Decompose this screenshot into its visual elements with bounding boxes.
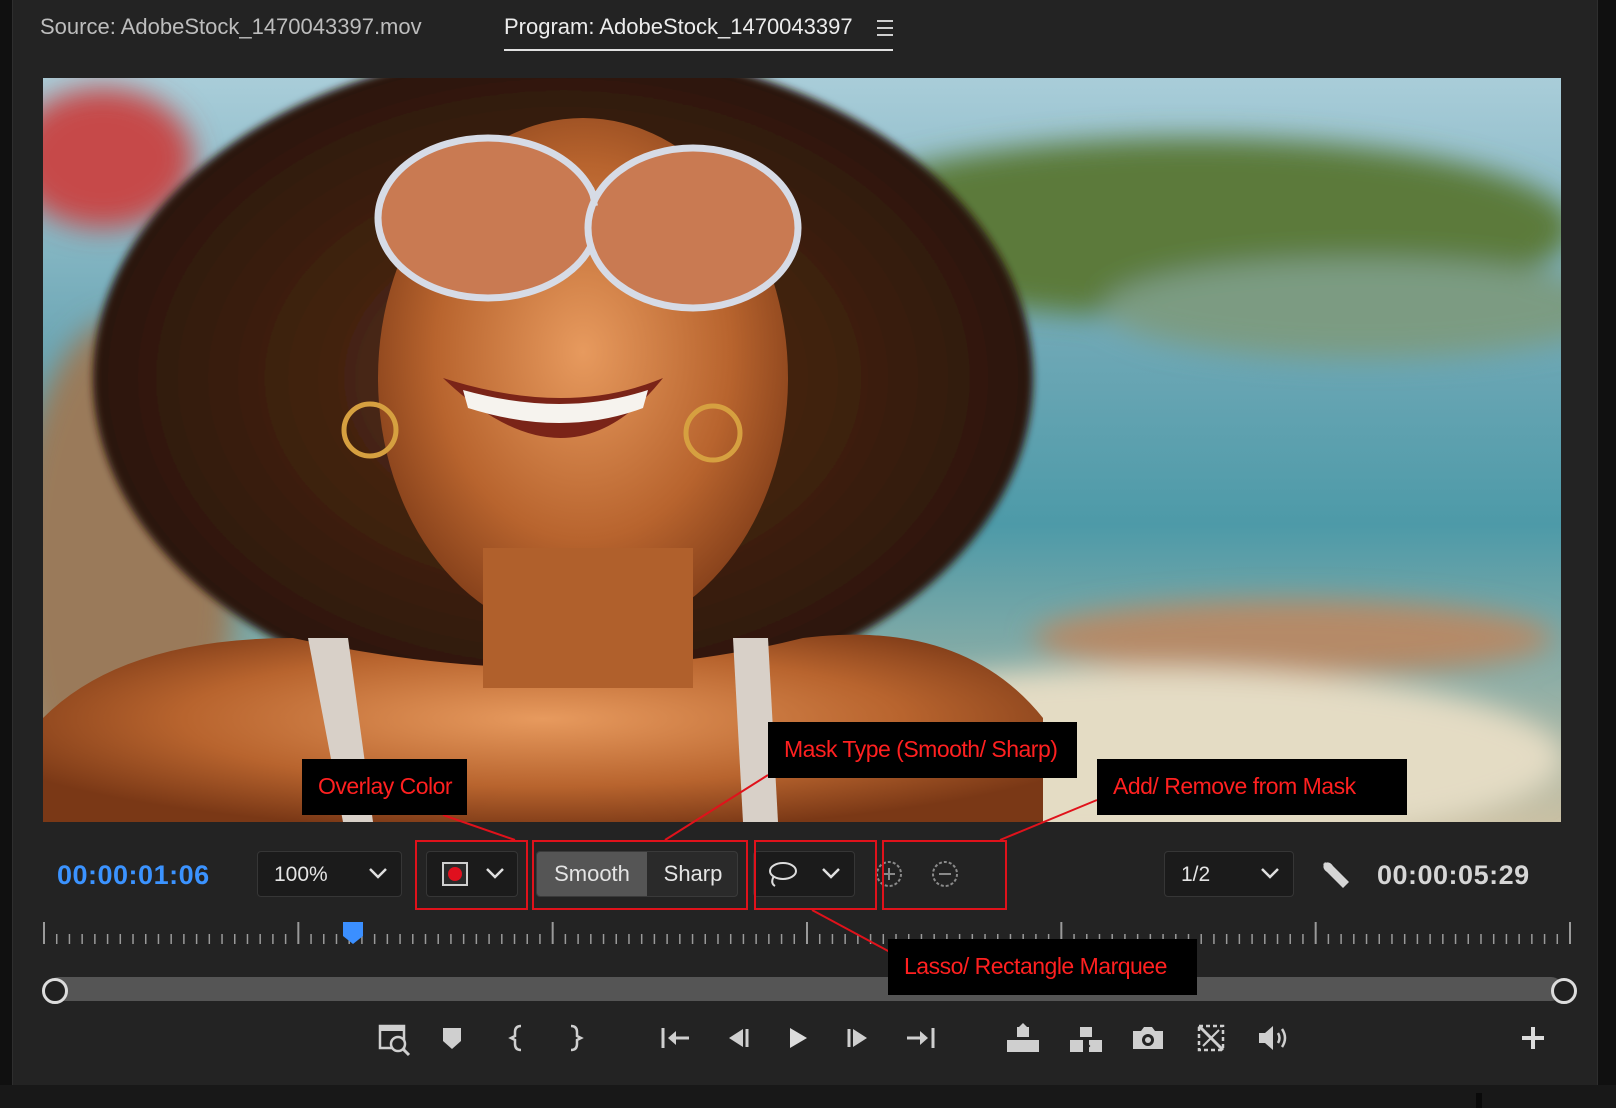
comparison-icon [1197, 1024, 1225, 1052]
step-back-button[interactable] [717, 1018, 757, 1058]
remove-from-mask-icon[interactable] [930, 859, 960, 889]
zoom-dropdown[interactable]: 100% [257, 851, 402, 897]
active-tab-indicator [504, 49, 893, 51]
volume-icon [1259, 1026, 1287, 1050]
overlay-color-swatch-icon [442, 862, 468, 886]
volume-button[interactable] [1253, 1018, 1293, 1058]
resolution-value: 1/2 [1181, 863, 1211, 886]
chevron-down-icon [486, 868, 504, 879]
current-timecode[interactable]: 00:00:01:06 [57, 860, 210, 891]
selection-tool-dropdown[interactable] [753, 851, 855, 897]
button-editor-button[interactable] [1513, 1018, 1553, 1058]
zoom-to-sequence-icon [378, 1024, 411, 1057]
extract-button[interactable] [1066, 1018, 1106, 1058]
mark-out-icon [570, 1024, 584, 1052]
wrench-icon[interactable] [1319, 858, 1351, 890]
plus-icon [1522, 1027, 1544, 1049]
zoom-value: 100% [274, 863, 328, 886]
mark-in-icon [508, 1024, 522, 1052]
play-button[interactable] [777, 1018, 817, 1058]
mark-in-button[interactable] [498, 1018, 538, 1058]
callout-add-remove: Add/ Remove from Mask [1097, 759, 1407, 815]
zoom-scroll-bar[interactable] [47, 977, 1563, 1001]
mark-out-button[interactable] [554, 1018, 594, 1058]
step-forward-button[interactable] [839, 1018, 879, 1058]
mask-type-sharp[interactable]: Sharp [647, 852, 737, 896]
export-frame-button[interactable] [1128, 1018, 1168, 1058]
timeline-ruler[interactable] [43, 922, 1571, 948]
go-to-in-button[interactable] [655, 1018, 695, 1058]
menu-icon[interactable] [877, 20, 893, 36]
resolution-dropdown[interactable]: 1/2 [1164, 851, 1294, 897]
go-to-out-icon [907, 1028, 935, 1048]
chevron-down-icon [822, 868, 840, 879]
marker-icon [443, 1028, 461, 1049]
tab-program[interactable]: Program: AdobeStock_1470043397 [504, 14, 853, 40]
playhead[interactable] [341, 920, 365, 946]
program-monitor-panel: Source: AdobeStock_1470043397.mov Progra… [12, 0, 1598, 1085]
zoom-scroll-handle-right[interactable] [1551, 978, 1577, 1004]
total-duration-timecode: 00:00:05:29 [1377, 860, 1530, 890]
mask-type-smooth[interactable]: Smooth [537, 852, 647, 896]
go-to-in-icon [661, 1028, 689, 1048]
add-marker-button[interactable] [432, 1018, 472, 1058]
step-back-icon [729, 1029, 749, 1047]
lift-icon [1007, 1023, 1039, 1052]
lift-button[interactable] [1003, 1018, 1043, 1058]
callout-mask-type: Mask Type (Smooth/ Sharp) [768, 722, 1077, 778]
extract-icon [1070, 1027, 1102, 1052]
bottom-panel-edge [0, 1085, 1616, 1108]
chevron-down-icon [1261, 868, 1279, 879]
video-frame-image [43, 78, 1561, 822]
go-to-out-button[interactable] [901, 1018, 941, 1058]
tab-source[interactable]: Source: AdobeStock_1470043397.mov [40, 14, 422, 40]
step-forward-icon [847, 1029, 867, 1047]
callout-lasso: Lasso/ Rectangle Marquee [888, 939, 1197, 995]
add-to-mask-icon[interactable] [874, 859, 904, 889]
panel-separator [1476, 1093, 1482, 1108]
mask-type-toggle[interactable]: Smooth Sharp [536, 851, 738, 897]
zoom-to-sequence-button[interactable] [374, 1018, 414, 1058]
camera-icon [1133, 1027, 1163, 1049]
chevron-down-icon [369, 868, 387, 879]
comparison-view-button[interactable] [1191, 1018, 1231, 1058]
play-icon [790, 1028, 807, 1048]
overlay-color-dropdown[interactable] [426, 851, 518, 897]
lasso-icon [769, 862, 797, 887]
video-preview[interactable] [43, 78, 1561, 822]
zoom-scroll-handle-left[interactable] [42, 978, 68, 1004]
callout-overlay-color: Overlay Color [302, 759, 467, 815]
